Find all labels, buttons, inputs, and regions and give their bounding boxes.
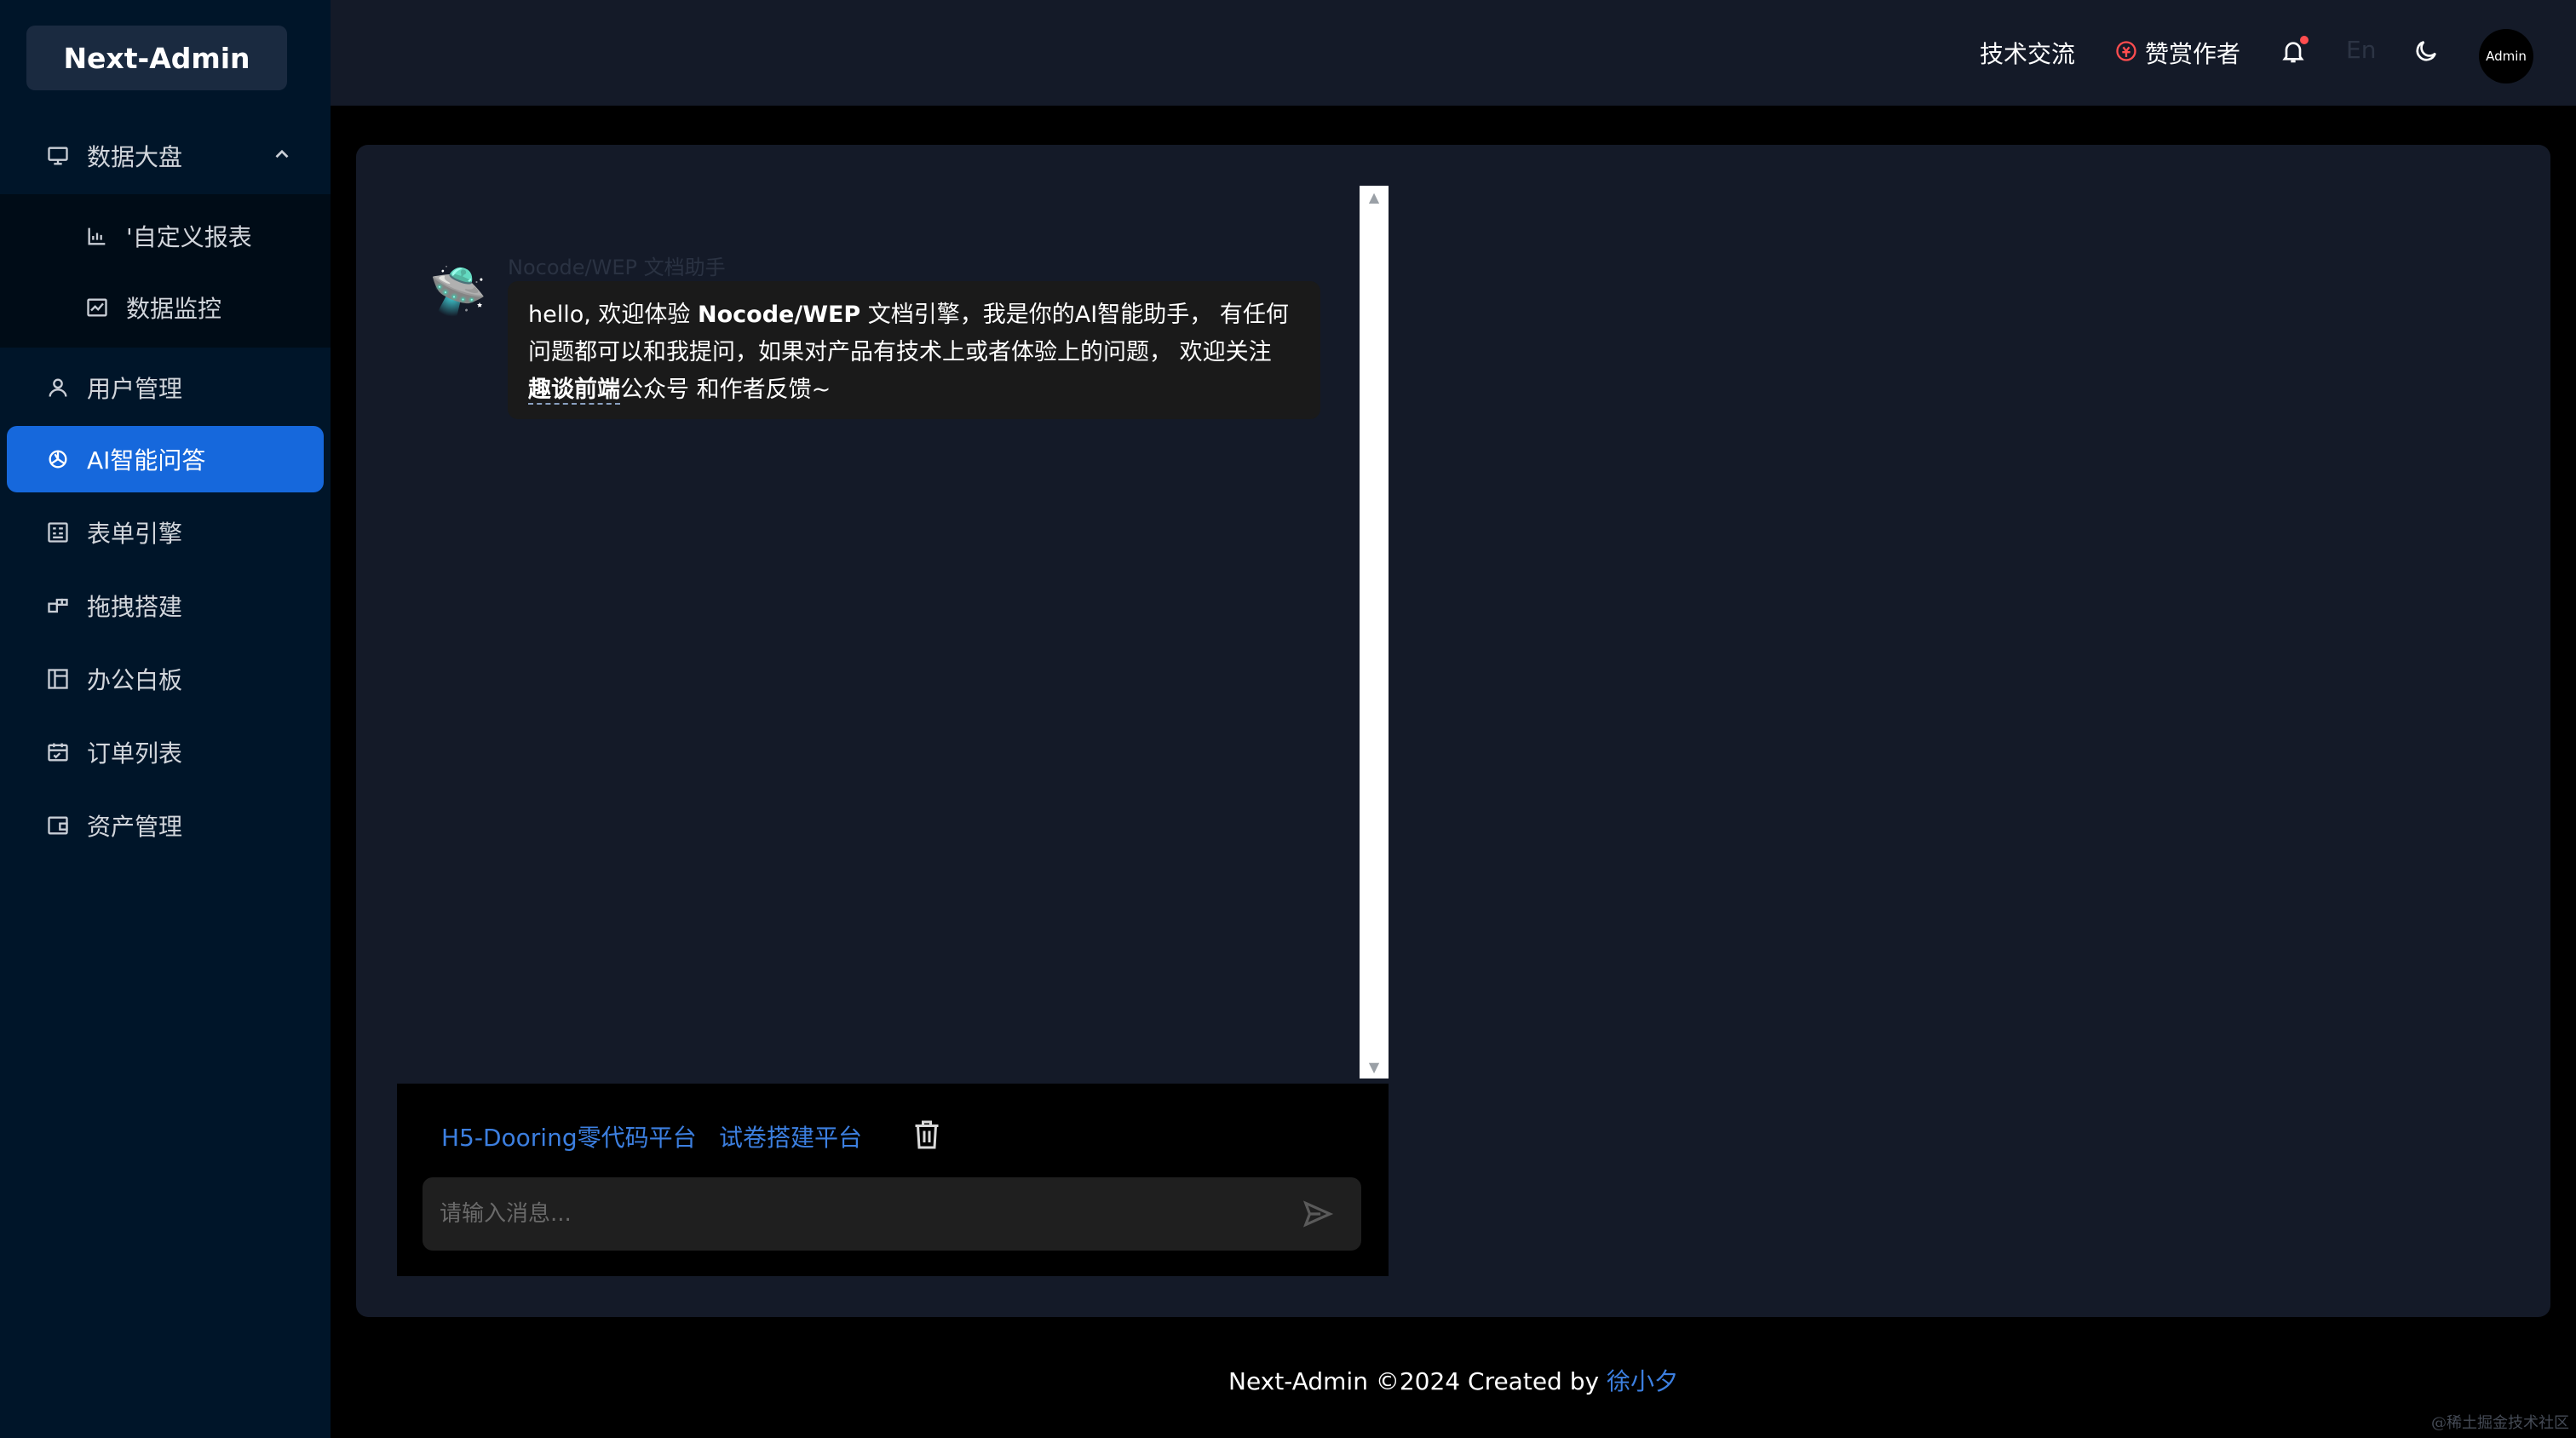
sidebar-item-custom-report[interactable]: '自定义报表: [7, 203, 324, 269]
sidebar-item-whiteboard[interactable]: 办公白板: [7, 646, 324, 712]
moon-icon[interactable]: [2412, 37, 2440, 65]
monitor-icon: [46, 144, 70, 168]
user-avatar[interactable]: Admin: [2479, 29, 2533, 83]
bot-message-bubble: hello, 欢迎体验 Nocode/WEP 文档引擎，我是你的AI智能助手， …: [508, 281, 1320, 419]
sidebar-item-users[interactable]: 用户管理: [7, 354, 324, 421]
openai-icon: [46, 447, 70, 471]
bar-chart-icon: [85, 224, 109, 248]
notification-dot: [2300, 36, 2309, 44]
trash-icon[interactable]: [911, 1118, 942, 1152]
quick-link-h5-dooring[interactable]: H5-Dooring零代码平台: [441, 1119, 697, 1153]
sidebar-item-form-engine[interactable]: 表单引擎: [7, 499, 324, 566]
sidebar-item-label: AI智能问答: [87, 446, 206, 475]
sidebar-item-ai-qa[interactable]: AI智能问答: [7, 426, 324, 492]
sidebar-item-label: 表单引擎: [87, 520, 183, 548]
send-icon[interactable]: [1302, 1198, 1334, 1230]
calendar-icon: [46, 740, 70, 764]
footer-text: Next-Admin ©2024 Created by: [1228, 1367, 1607, 1395]
message-bold-product: Nocode/WEP: [698, 302, 861, 328]
line-chart-icon: [85, 296, 109, 319]
quick-link-exam-builder[interactable]: 试卷搭建平台: [719, 1119, 862, 1153]
app-root: Next-Admin 数据大盘 '自定义报表 数据监控 用户管理 AI智能问答 …: [0, 0, 2576, 1438]
sidebar-item-label: '自定义报表: [126, 223, 252, 251]
sidebar-item-drag-build[interactable]: 拖拽搭建: [7, 572, 324, 639]
language-toggle[interactable]: En: [2346, 36, 2376, 64]
sidebar-item-label: 资产管理: [87, 813, 183, 841]
sponsor-link[interactable]: 赞赏作者: [2145, 36, 2240, 70]
sidebar-item-dashboard[interactable]: 数据大盘: [7, 123, 324, 189]
chat-scrollbar[interactable]: ▲ ▼: [1360, 186, 1389, 1078]
drag-icon: [46, 594, 70, 618]
bot-avatar: 🛸: [429, 264, 487, 318]
sidebar-item-label: 数据大盘: [87, 143, 183, 171]
message-text: hello, 欢迎体验: [528, 302, 698, 328]
sidebar-item-data-monitor[interactable]: 数据监控: [7, 274, 324, 341]
sidebar-item-label: 办公白板: [87, 666, 183, 694]
scroll-down-arrow-icon[interactable]: ▼: [1360, 1059, 1389, 1075]
sidebar-item-assets[interactable]: 资产管理: [7, 792, 324, 859]
message-text: 公众号 和作者反馈~: [620, 377, 831, 403]
watermark: @稀土掘金技术社区: [2431, 1414, 2569, 1432]
chevron-up-icon[interactable]: [271, 143, 293, 165]
message-link-wechat[interactable]: 趣谈前端: [528, 377, 620, 405]
whiteboard-icon: [46, 667, 70, 691]
tech-exchange-link[interactable]: 技术交流: [1980, 36, 2075, 70]
app-logo[interactable]: Next-Admin: [26, 26, 287, 90]
form-icon: [46, 521, 70, 544]
sidebar-item-label: 数据监控: [126, 295, 222, 323]
user-icon: [46, 376, 70, 400]
message-input[interactable]: [440, 1194, 1274, 1234]
wallet-icon: [46, 814, 70, 837]
footer: Next-Admin ©2024 Created by 徐小夕: [331, 1363, 2576, 1397]
footer-author-link[interactable]: 徐小夕: [1607, 1367, 1678, 1395]
sidebar: Next-Admin 数据大盘 '自定义报表 数据监控 用户管理 AI智能问答 …: [0, 0, 331, 1438]
scroll-up-arrow-icon[interactable]: ▲: [1360, 189, 1389, 205]
sidebar-item-label: 订单列表: [87, 739, 183, 768]
sidebar-item-label: 用户管理: [87, 375, 183, 403]
sidebar-item-orders[interactable]: 订单列表: [7, 719, 324, 785]
sponsor-icon[interactable]: [2114, 39, 2138, 63]
message-input-container: [423, 1177, 1361, 1251]
bot-name: Nocode/WEP 文档助手: [508, 256, 726, 279]
sidebar-item-label: 拖拽搭建: [87, 593, 183, 621]
